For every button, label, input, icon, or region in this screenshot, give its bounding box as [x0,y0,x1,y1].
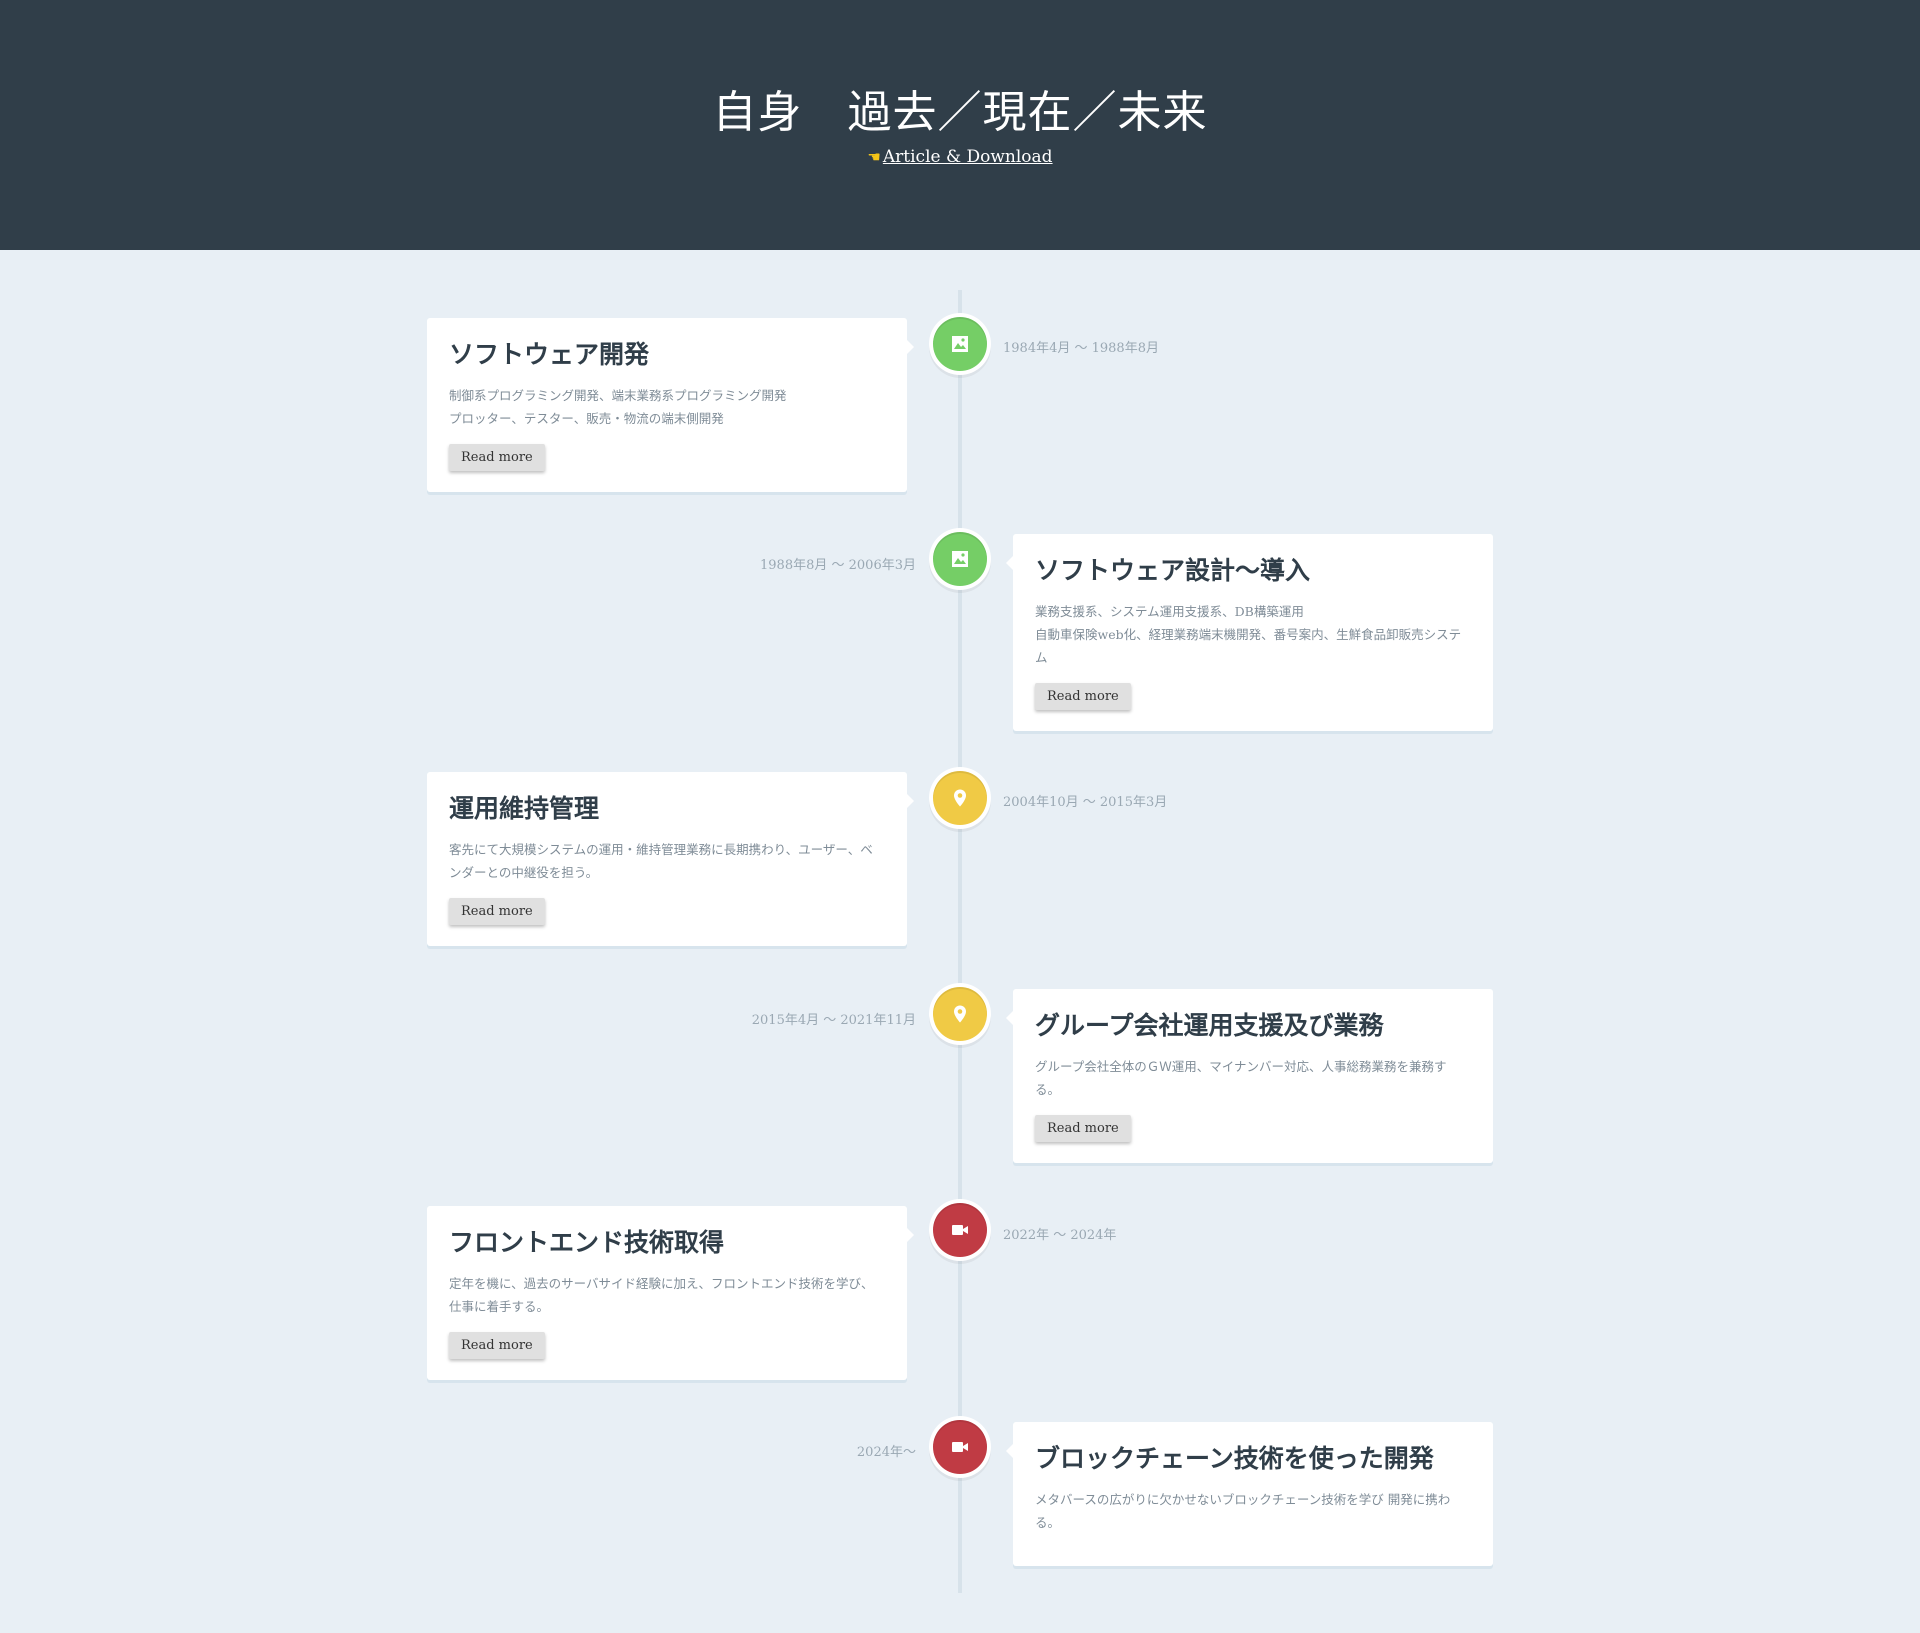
article-link-row: ☚ Article & Download [0,147,1920,167]
timeline-marker-4 [933,987,987,1041]
timeline-card-6: ブロックチェーン技術を使った開発 メタバースの広がりに欠かせないブロックチェーン… [1006,1422,1493,1566]
card-line: 制御系プログラミング開発、端末業務系プログラミング開発 [449,388,787,403]
timeline-marker-3 [933,771,987,825]
timeline-date-5: 2022年 ～ 2024年 [1003,1228,1117,1243]
timeline-line [958,290,962,1593]
card-description: 制御系プログラミング開発、端末業務系プログラミング開発 プロッター、テスター、販売… [449,384,885,430]
timeline-date-3: 2004年10月 ～ 2015年3月 [1003,795,1168,810]
card-title: ブロックチェーン技術を使った開発 [1035,1444,1434,1473]
read-more-button[interactable]: Read more [1035,1115,1131,1142]
timeline-card-3: 運用維持管理 客先にて大規模システムの運用・維持管理業務に長期携わり、ユーザー、… [427,772,914,946]
card-title: ソフトウェア設計～導入 [1035,556,1311,585]
read-more-button[interactable]: Read more [449,898,545,925]
timeline-card-4: グループ会社運用支援及び業務 グループ会社全体のＧＷ運用、マイナンバー対応、人事… [1006,989,1493,1163]
card-title: 運用維持管理 [449,794,600,823]
read-more-button[interactable]: Read more [449,1332,545,1359]
timeline-card-5: フロントエンド技術取得 定年を機に、過去のサーバサイド経験に加え、フロントエンド… [427,1206,914,1380]
card-title: フロントエンド技術取得 [449,1228,725,1257]
location-pin-icon [954,789,966,807]
timeline-marker-1 [933,317,987,371]
read-more-button[interactable]: Read more [1035,683,1131,710]
timeline-marker-5 [933,1203,987,1257]
card-description: グループ会社全体のＧＷ運用、マイナンバー対応、人事総務業務を兼務する。 [1035,1059,1447,1097]
page-title: 自身 過去／現在／未来 [712,87,1208,138]
card-line: プロッター、テスター、販売・物流の端末側開発 [449,411,724,426]
pointing-hand-icon: ☚ [867,148,881,166]
location-pin-icon [954,1005,966,1023]
video-camera-icon [952,1225,968,1235]
card-line: 業務支援系、システム運用支援系、DB構築運用 [1035,604,1304,619]
card-description: メタバースの広がりに欠かせないブロックチェーン技術を学び 開発に携わる。 [1035,1492,1451,1530]
timeline-marker-6 [933,1420,987,1474]
page-header: 自身 過去／現在／未来 ☚ Article & Download [0,0,1920,250]
card-title: ソフトウェア開発 [449,340,650,369]
video-camera-icon [952,1442,968,1452]
timeline-date-6: 2024年～ [856,1445,916,1460]
picture-icon [952,336,968,352]
card-line: 自動車保険web化、経理業務端末機開発、番号案内、生鮮食品卸販売システム [1035,627,1462,665]
timeline-marker-2 [933,532,987,586]
article-download-link[interactable]: Article & Download [883,147,1053,167]
read-more-button[interactable]: Read more [449,444,545,471]
timeline-card-1: ソフトウェア開発 制御系プログラミング開発、端末業務系プログラミング開発 プロッタ… [427,318,914,492]
picture-icon [952,551,968,567]
timeline-date-1: 1984年4月 ～ 1988年8月 [1003,341,1159,356]
timeline-card-2: ソフトウェア設計～導入 業務支援系、システム運用支援系、DB構築運用自動車保険w… [1006,534,1493,731]
timeline-date-4: 2015年4月 ～ 2021年11月 [751,1013,916,1028]
timeline-date-2: 1988年8月 ～ 2006年3月 [760,558,916,573]
card-title: グループ会社運用支援及び業務 [1035,1011,1384,1040]
card-description: 客先にて大規模システムの運用・維持管理業務に長期携わり、ユーザー、ベンダーとの中… [449,842,873,880]
card-description: 定年を機に、過去のサーバサイド経験に加え、フロントエンド技術を学び、仕事に着手す… [449,1276,874,1314]
card-description: 業務支援系、システム運用支援系、DB構築運用自動車保険web化、経理業務端末機開… [1035,600,1471,669]
